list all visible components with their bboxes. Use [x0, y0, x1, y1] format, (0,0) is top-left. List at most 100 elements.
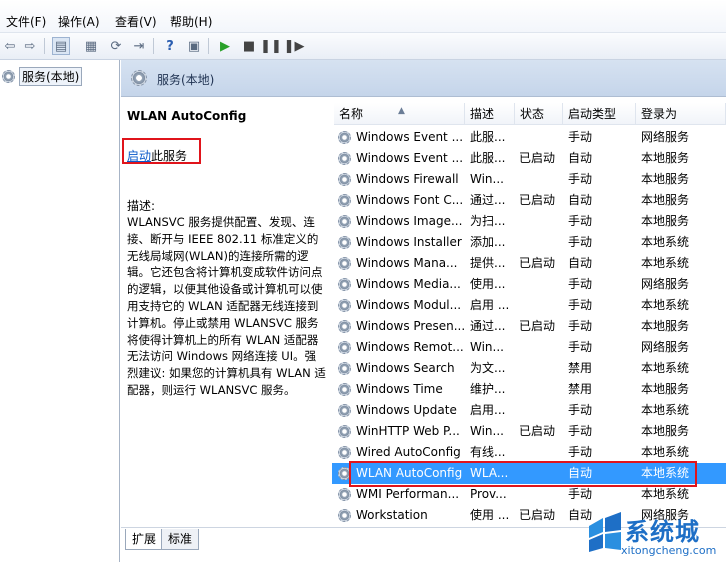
table-row[interactable]: Windows Event ... 此服... 手动 网络服务: [332, 127, 726, 148]
page-title: 服务(本地): [157, 73, 215, 87]
cell-status: 已启动: [519, 151, 556, 165]
table-row[interactable]: Windows Media... 使用... 手动 网络服务: [332, 274, 726, 295]
gear-icon: [338, 404, 351, 417]
start-icon[interactable]: ▶: [216, 37, 234, 55]
show-tree-icon[interactable]: ▤: [52, 37, 70, 55]
menu-action[interactable]: 操作(A): [58, 13, 100, 30]
cell-status: 已启动: [519, 508, 556, 522]
table-row[interactable]: Windows Modul... 启用 ... 手动 本地系统: [332, 295, 726, 316]
gear-icon: [338, 446, 351, 459]
column-header-startup[interactable]: 启动类型: [563, 103, 636, 125]
table-row[interactable]: Windows Time 维护... 禁用 本地服务: [332, 379, 726, 400]
cell-startup: 手动: [568, 487, 593, 501]
cell-desc: 有线...: [470, 445, 506, 459]
table-row[interactable]: Windows Firewall Win... 手动 本地服务: [332, 169, 726, 190]
table-row[interactable]: Windows Update 启用... 手动 本地系统: [332, 400, 726, 421]
table-row[interactable]: WinHTTP Web P... Win... 已启动 手动 本地服务: [332, 421, 726, 442]
cell-name: Windows Mana...: [356, 256, 458, 270]
service-title: WLAN AutoConfig: [127, 109, 247, 123]
cell-name: Windows Image...: [356, 214, 463, 228]
properties-icon[interactable]: ▦: [82, 37, 100, 55]
cell-desc: 维护...: [470, 382, 506, 396]
export-icon[interactable]: ⇥: [130, 37, 148, 55]
tab-extended[interactable]: 扩展: [125, 529, 164, 550]
table-row[interactable]: WMI Performan... Prov... 手动 本地系统: [332, 484, 726, 505]
start-service-link[interactable]: 启动: [127, 149, 151, 163]
table-row[interactable]: Windows Search 为文... 禁用 本地系统: [332, 358, 726, 379]
column-header-logon[interactable]: 登录为: [636, 103, 726, 125]
gear-icon: [131, 70, 147, 86]
cell-status: 已启动: [519, 193, 556, 207]
cell-logon: 本地系统: [641, 361, 690, 375]
table-row[interactable]: Windows Mana... 提供... 已启动 自动 本地系统: [332, 253, 726, 274]
gear-icon: [338, 152, 351, 165]
toolbar-separator: [153, 38, 154, 54]
help-icon[interactable]: ?: [161, 37, 179, 55]
cell-desc: 通过...: [470, 193, 506, 207]
table-row[interactable]: Windows Font C... 通过... 已启动 自动 本地服务: [332, 190, 726, 211]
cell-logon: 本地服务: [641, 382, 690, 396]
service-detail-panel: WLAN AutoConfig 启动此服务 描述: WLANSVC 服务提供配置…: [121, 97, 332, 527]
gear-icon: [338, 215, 351, 228]
tree-pane: 服务(本地): [0, 60, 120, 562]
cell-name: Windows Modul...: [356, 298, 462, 312]
cell-logon: 本地服务: [641, 424, 690, 438]
table-row[interactable]: Windows Remot... Win... 手动 网络服务: [332, 337, 726, 358]
table-row[interactable]: Windows Image... 为扫... 手动 本地服务: [332, 211, 726, 232]
gear-icon: [338, 320, 351, 333]
menu-view[interactable]: 查看(V): [115, 13, 157, 30]
cell-logon: 网络服务: [641, 277, 690, 291]
restart-icon[interactable]: ❚▶: [284, 37, 305, 55]
cell-desc: 启用...: [470, 403, 506, 417]
cell-logon: 本地系统: [641, 403, 690, 417]
cell-logon: 本地系统: [641, 445, 690, 459]
gear-icon: [338, 341, 351, 354]
start-service-line: 启动此服务: [127, 147, 187, 164]
cell-startup: 手动: [568, 403, 593, 417]
cell-desc: Win...: [470, 424, 504, 438]
menu-help[interactable]: 帮助(H): [170, 13, 212, 30]
column-header-name[interactable]: 名称 ▲: [334, 103, 465, 125]
table-row[interactable]: Windows Event ... 此服... 已启动 自动 本地服务: [332, 148, 726, 169]
gear-icon: [338, 257, 351, 270]
column-status-label: 状态: [520, 107, 545, 121]
cell-desc: 提供...: [470, 256, 506, 270]
table-row[interactable]: Windows Installer 添加... 手动 本地系统: [332, 232, 726, 253]
gear-icon: [338, 131, 351, 144]
cell-name: Windows Firewall: [356, 172, 459, 186]
console-icon[interactable]: ▣: [185, 37, 203, 55]
tree-item-services-local[interactable]: 服务(本地): [2, 67, 83, 86]
pause-icon[interactable]: ❚❚: [260, 37, 282, 55]
description-label: 描述:: [127, 199, 156, 213]
brand-logo-icon: [589, 512, 621, 552]
sort-up-icon: ▲: [398, 106, 405, 116]
forward-icon[interactable]: ⇨: [21, 37, 39, 55]
back-icon[interactable]: ⇦: [1, 37, 19, 55]
column-header-desc[interactable]: 描述: [465, 103, 515, 125]
cell-status: 已启动: [519, 319, 556, 333]
cell-name: Windows Presen...: [356, 319, 464, 333]
refresh-icon[interactable]: ⟳: [107, 37, 125, 55]
toolbar-separator: [44, 38, 45, 54]
cell-name: Wired AutoConfig: [356, 445, 461, 459]
gear-icon: [338, 278, 351, 291]
cell-startup: 手动: [568, 424, 593, 438]
cell-logon: 本地服务: [641, 319, 690, 333]
column-header-status[interactable]: 状态: [515, 103, 563, 125]
cell-desc: 添加...: [470, 235, 506, 249]
cell-logon: 本地服务: [641, 172, 690, 186]
cell-desc: 此服...: [470, 151, 506, 165]
table-row[interactable]: Windows Presen... 通过... 已启动 手动 本地服务: [332, 316, 726, 337]
cell-startup: 手动: [568, 235, 593, 249]
cell-name: Windows Event ...: [356, 151, 464, 165]
cell-desc: 为扫...: [470, 214, 506, 228]
cell-desc: 此服...: [470, 130, 506, 144]
gear-icon: [2, 70, 15, 83]
cell-desc: Win...: [470, 340, 504, 354]
stop-icon[interactable]: ■: [240, 37, 258, 55]
tab-standard[interactable]: 标准: [161, 529, 200, 550]
menu-file[interactable]: 文件(F): [6, 13, 46, 30]
table-row[interactable]: Wired AutoConfig 有线... 手动 本地系统: [332, 442, 726, 463]
cell-logon: 本地系统: [641, 487, 690, 501]
cell-name: Windows Search: [356, 361, 455, 375]
